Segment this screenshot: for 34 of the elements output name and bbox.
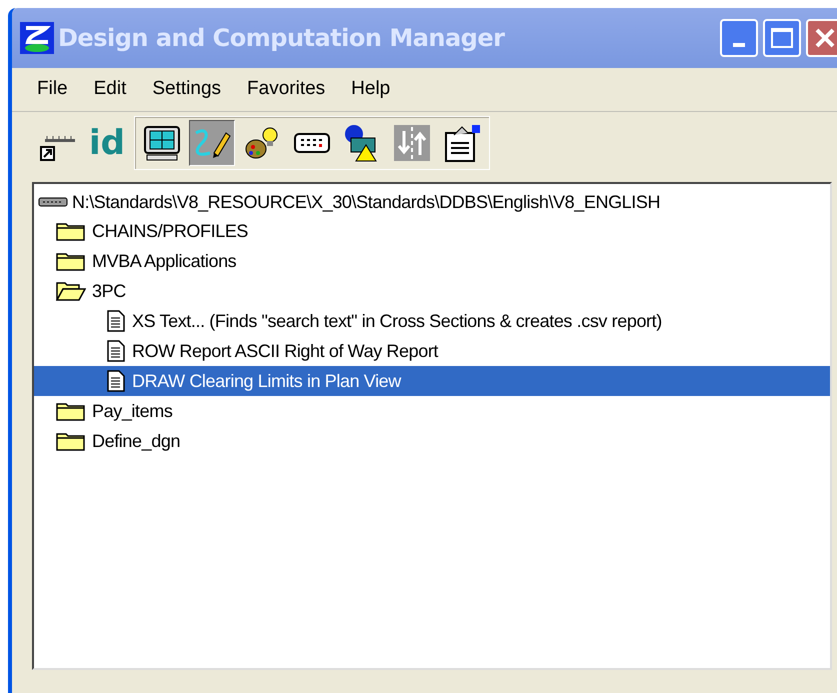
menu-item[interactable]: Favorites [247,75,326,104]
tree-item[interactable]: XS Text... (Finds "search text" in Cross Sections & creates .csv report) [34,306,830,336]
monitor-icon [142,123,182,163]
root-path[interactable]: N:\Standards\V8_RESOURCE\X_30\Standards\DDBS\English\V8_ENGLISH [72,188,660,216]
tree-item[interactable]: MVBA Applications [34,246,830,276]
maximize-button[interactable] [763,19,801,57]
document-icon [106,310,126,332]
clipboard-icon [442,123,482,163]
menu-item[interactable]: Settings [152,75,222,104]
folder-icon [56,401,86,421]
tree-item[interactable]: ROW Report ASCII Right of Way Report [34,336,830,366]
drive-icon [38,197,68,207]
document-icon [106,370,126,392]
tree-item[interactable]: DRAW Clearing Limits in Plan View [34,366,830,396]
tree-item[interactable]: 3PC [34,276,830,306]
folder-icon [56,431,86,451]
minimize-button[interactable] [720,19,758,57]
folder-icon [56,251,86,271]
close-button[interactable] [806,19,837,57]
id-label: id [89,126,125,160]
open-folder-icon [56,281,86,301]
tree-item[interactable]: Pay_items [34,396,830,426]
tree-item[interactable]: Define_dgn [34,426,830,456]
menu-item[interactable]: Edit [94,75,126,104]
toolbar-button[interactable] [189,120,235,166]
app-logo-icon [20,22,54,54]
window-title: Design and Computation Manager [58,23,504,54]
menu-item[interactable]: Help [351,75,390,104]
menu-item[interactable]: File [37,75,68,104]
up-down-arrows-icon [392,123,432,163]
document-icon [106,340,126,362]
folder-icon [56,221,86,241]
close-icon [814,27,836,49]
tree-item[interactable]: CHAINS/PROFILES [34,216,830,246]
